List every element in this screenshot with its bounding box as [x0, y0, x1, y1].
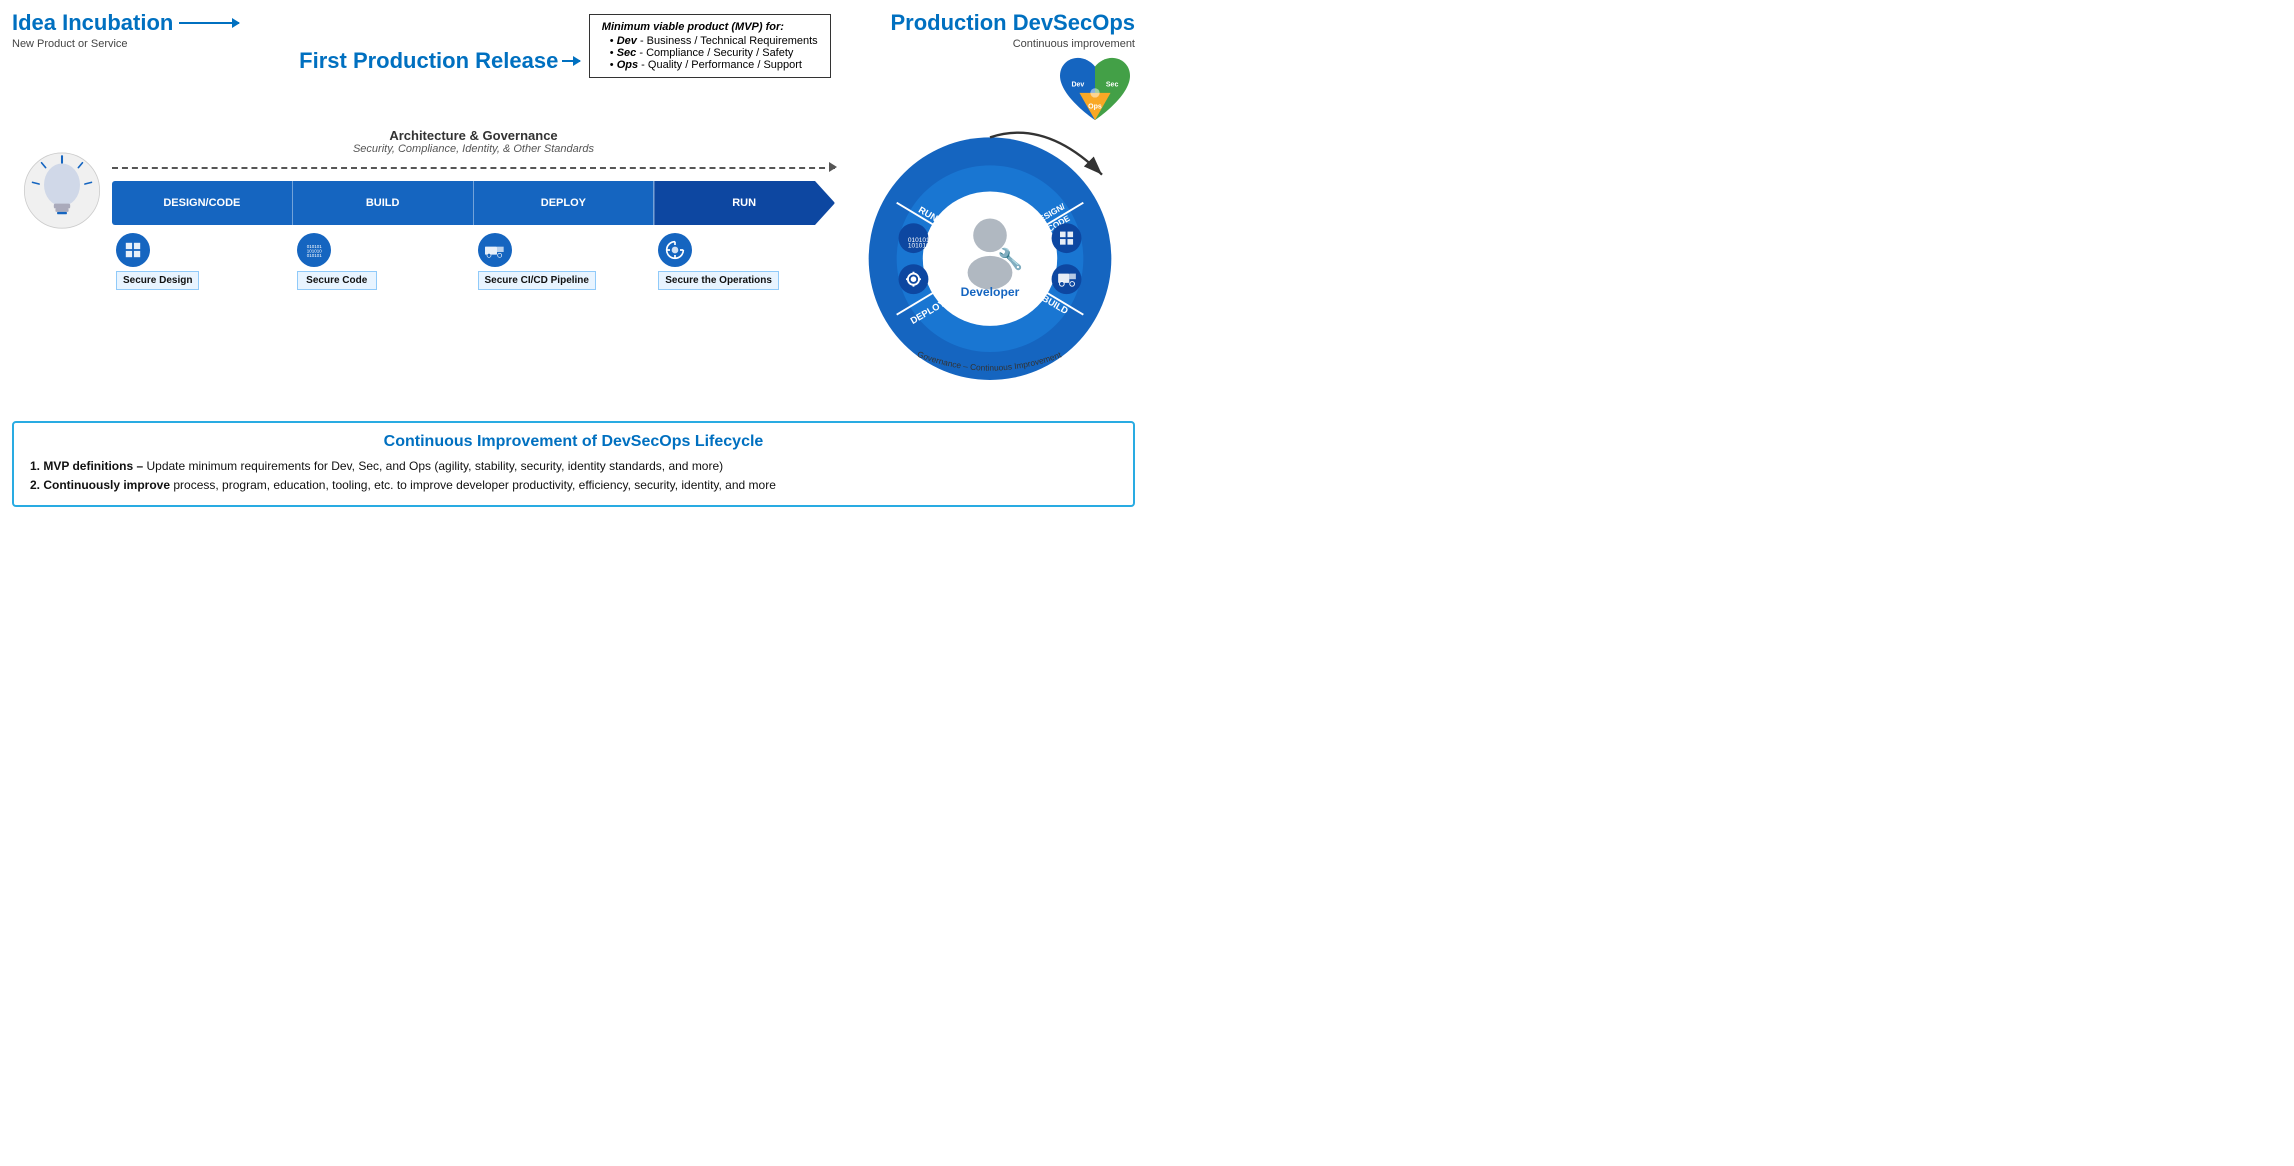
- mvp-title-text: Minimum viable product (MVP) for:: [602, 21, 784, 33]
- bottom-item-2: 2. Continuously improve process, program…: [30, 476, 1117, 495]
- pipeline-segment-deploy: DEPLOY: [474, 181, 655, 225]
- icon-item-code: 010101 101010 010101 Secure Code: [293, 233, 474, 290]
- idea-incubation-block: Idea Incubation New Product or Service: [12, 10, 239, 50]
- bracket-section: Continuous Improvement of DevSecOps Life…: [12, 421, 1135, 507]
- code-label: Secure Code: [297, 271, 377, 290]
- pipeline-bar: DESIGN/CODE BUILD DEPLOY RUN: [112, 181, 835, 225]
- bottom-item-1-text: Update minimum requirements for Dev, Sec…: [143, 459, 723, 473]
- first-production-text: First Production Release: [299, 48, 558, 74]
- arch-governance: Architecture & Governance Security, Comp…: [112, 128, 835, 155]
- icon-item-cicd: Secure CI/CD Pipeline: [474, 233, 655, 290]
- idea-incubation-title: Idea Incubation: [12, 10, 239, 36]
- bottom-item-1: 1. MVP definitions – Update minimum requ…: [30, 457, 1117, 476]
- mvp-title: Minimum viable product (MVP) for:: [602, 21, 818, 33]
- devsecops-ring-icon: DESIGN/ CODE BUILD DEPLOY RUN: [855, 128, 1125, 408]
- arch-governance-title: Architecture & Governance: [112, 128, 835, 143]
- bottom-item-2-bold: Continuously improve: [43, 478, 170, 492]
- production-devsecops-block: Production DevSecOps Continuous improvem…: [890, 10, 1135, 124]
- svg-text:010101: 010101: [307, 253, 323, 258]
- svg-text:Dev: Dev: [1071, 82, 1084, 89]
- code-icon-circle: 010101 101010 010101: [297, 233, 331, 267]
- fp-arrow-icon: [562, 60, 580, 62]
- pipeline-area: Architecture & Governance Security, Comp…: [112, 128, 835, 328]
- cicd-icon-circle: [478, 233, 512, 267]
- circular-diagram: DESIGN/ CODE BUILD DEPLOY RUN: [855, 128, 1135, 413]
- lightbulb-icon: [17, 148, 107, 238]
- ops-label: Secure the Operations: [658, 271, 779, 290]
- main-container: Idea Incubation New Product or Service F…: [0, 0, 1147, 583]
- lightbulb-container: [12, 148, 112, 238]
- svg-text:Ops: Ops: [1088, 103, 1102, 110]
- mvp-list: Dev - Business / Technical Requirements …: [602, 35, 818, 71]
- svg-text:101010: 101010: [908, 242, 930, 249]
- design-label: Secure Design: [116, 271, 199, 290]
- ops-icon-circle: [658, 233, 692, 267]
- dashed-arrow-icon: [829, 162, 837, 172]
- bottom-item-1-label: 1.: [30, 459, 43, 473]
- idea-subtitle: New Product or Service: [12, 38, 239, 50]
- svg-text:Developer: Developer: [961, 285, 1020, 299]
- cicd-label: Secure CI/CD Pipeline: [478, 271, 596, 290]
- icons-row: Secure Design 010101 101010 010101 Secur…: [112, 233, 835, 290]
- bottom-item-1-bold: MVP definitions –: [43, 459, 143, 473]
- first-production-title: First Production Release: [299, 48, 584, 74]
- heart-container: Dev Sec Ops: [890, 54, 1135, 124]
- bottom-items: 1. MVP definitions – Update minimum requ…: [30, 457, 1117, 495]
- icon-item-design: Secure Design: [112, 233, 293, 290]
- arch-governance-subtitle: Security, Compliance, Identity, & Other …: [112, 143, 835, 155]
- mvp-item-ops: Ops - Quality / Performance / Support: [610, 59, 818, 71]
- production-subtitle: Continuous improvement: [890, 38, 1135, 50]
- dashed-line: [112, 167, 835, 169]
- design-icon-circle: [116, 233, 150, 267]
- production-devsecops-title: Production DevSecOps: [890, 10, 1135, 36]
- pipeline-segment-build: BUILD: [293, 181, 474, 225]
- mvp-item-dev: Dev - Business / Technical Requirements: [610, 35, 818, 47]
- middle-section: Architecture & Governance Security, Comp…: [12, 128, 1135, 413]
- svg-text:🔧: 🔧: [997, 246, 1023, 271]
- pipeline-segment-run: RUN: [654, 181, 835, 225]
- icon-item-ops: Secure the Operations: [654, 233, 835, 290]
- bottom-title: Continuous Improvement of DevSecOps Life…: [30, 433, 1117, 451]
- dashed-line-container: [112, 157, 835, 177]
- bottom-item-2-label: 2.: [30, 478, 43, 492]
- bottom-item-2-text: process, program, education, tooling, et…: [170, 478, 776, 492]
- first-production-block: First Production Release Minimum viable …: [239, 10, 890, 82]
- pipeline-segment-design: DESIGN/CODE: [112, 181, 293, 225]
- mvp-item-sec: Sec - Compliance / Security / Safety: [610, 47, 818, 59]
- svg-text:Sec: Sec: [1106, 82, 1119, 89]
- arrow-right-icon: [179, 22, 239, 24]
- mvp-box: Minimum viable product (MVP) for: Dev - …: [589, 14, 831, 78]
- devsecops-heart-icon: Dev Sec Ops: [1055, 54, 1135, 124]
- idea-incubation-text: Idea Incubation: [12, 10, 173, 36]
- top-section: Idea Incubation New Product or Service F…: [12, 10, 1135, 124]
